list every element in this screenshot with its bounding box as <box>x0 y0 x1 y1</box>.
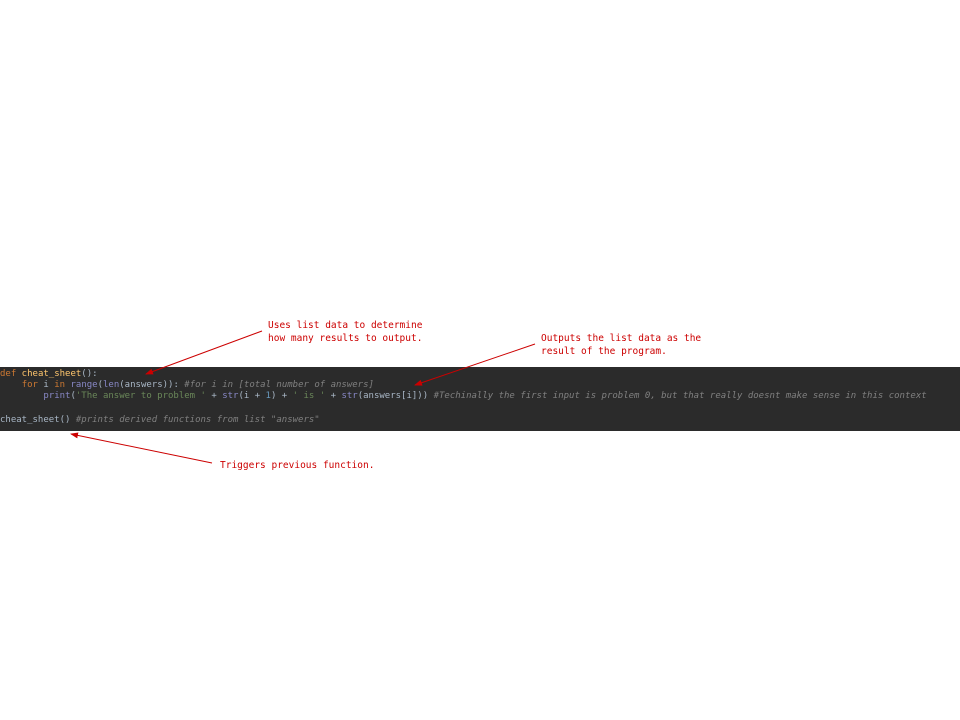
code-line-3: print('The answer to problem ' + str(i +… <box>0 390 927 402</box>
function-call: cheat_sheet() <box>0 415 71 425</box>
punctuation: (): <box>81 369 98 379</box>
annotation-trigger: Triggers previous function. <box>220 460 375 471</box>
builtin-str: str <box>222 391 239 401</box>
function-name: cheat_sheet <box>16 369 82 379</box>
operator: + <box>325 391 342 401</box>
string-answer: 'The answer to problem ' <box>75 391 206 401</box>
page: Uses list data to determine how many res… <box>0 0 960 720</box>
code-editor[interactable]: def cheat_sheet(): for i in range(len(an… <box>0 367 960 431</box>
builtin-str: str <box>341 391 358 401</box>
expr: (answers[i])) <box>357 391 429 401</box>
keyword-in: in <box>54 380 66 390</box>
builtin-range: range <box>70 380 98 390</box>
annotation-list-length: Uses list data to determine how many res… <box>268 320 423 344</box>
expr: ) + <box>270 391 293 401</box>
string-is: ' is ' <box>292 391 326 401</box>
builtin-print: print <box>43 391 71 401</box>
keyword-for: for <box>21 380 38 390</box>
comment-for: #for i in [total number of answers] <box>178 380 374 390</box>
builtin-len: len <box>103 380 120 390</box>
annotation-arrows <box>70 330 536 464</box>
comment-techinally: #Techinally the first input is problem 0… <box>428 391 927 401</box>
arrow-to-call <box>70 432 213 464</box>
args: (answers)): <box>119 380 179 390</box>
code-line-5: cheat_sheet() #prints derived functions … <box>0 414 320 426</box>
operator: + <box>205 391 223 401</box>
comment-prints: #prints derived functions from list "ans… <box>70 415 320 425</box>
expr: (i + <box>238 391 266 401</box>
keyword-def: def <box>0 369 17 379</box>
annotation-output: Outputs the list data as the result of t… <box>541 333 702 357</box>
variable-i: i <box>37 380 55 390</box>
